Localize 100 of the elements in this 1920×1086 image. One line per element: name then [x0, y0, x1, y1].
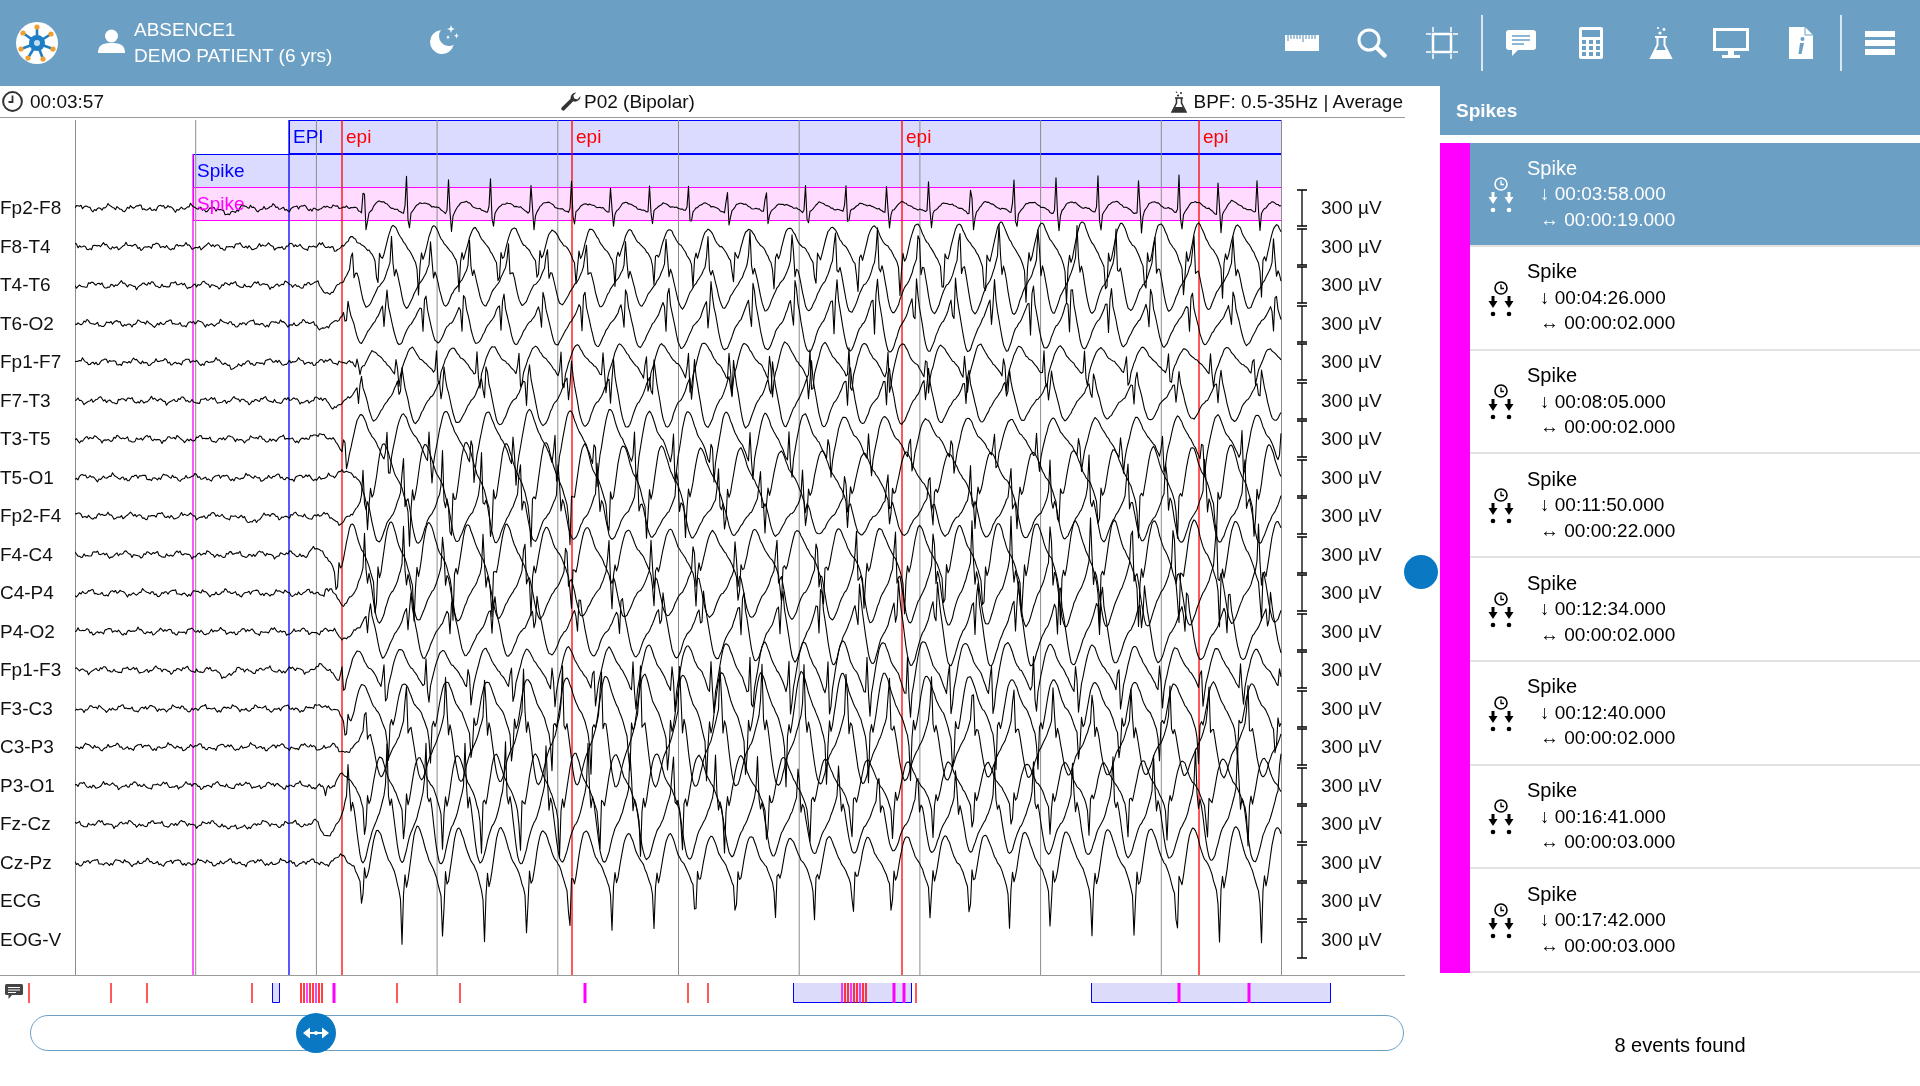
patient-name: DEMO PATIENT (6 yrs) [134, 44, 334, 68]
event-duration: ↔ 00:00:19.000 [1539, 207, 1676, 232]
clock-arrows-icon [1487, 591, 1515, 630]
calculator-icon[interactable] [1579, 27, 1603, 59]
channel-label: P3-O1 [0, 774, 55, 797]
channel-label: F3-C3 [0, 697, 53, 720]
event-onset: ↓ 00:11:50.000 [1539, 493, 1666, 518]
event-onset: ↓ 00:08:05.000 [1539, 389, 1667, 414]
ruler-icon[interactable] [1285, 35, 1319, 51]
event-duration: ↔ 00:00:03.000 [1539, 830, 1676, 855]
scale-label: 300 µV [1321, 851, 1382, 874]
scale-bar-icon [1297, 882, 1307, 921]
channel-label: Fp1-F3 [0, 659, 62, 682]
annotation-label: epi [906, 126, 932, 148]
filter-settings: BPF: 0.5-35Hz | Average [1193, 90, 1403, 113]
double-arrow-handle-icon[interactable] [296, 1012, 336, 1053]
scale-bar-icon [1297, 189, 1307, 228]
scale-bar-icon [1297, 381, 1307, 420]
channel-label: Fp2-F8 [0, 197, 62, 220]
scale-bar-icon [1297, 689, 1307, 728]
event-duration: ↔ 00:00:22.000 [1539, 518, 1676, 543]
event-duration: ↔ 00:00:02.000 [1539, 726, 1676, 751]
scale-bar-icon [1297, 574, 1307, 613]
event-duration: ↔ 00:00:03.000 [1539, 933, 1676, 958]
event-onset: ↓ 00:04:26.000 [1539, 285, 1667, 310]
scale-label: 300 µV [1321, 928, 1382, 951]
event-title: Spike [1527, 259, 1579, 285]
comment-icon[interactable] [5, 984, 23, 999]
elapsed-time: 00:03:57 [30, 90, 104, 113]
annotation-label: EPI [293, 126, 324, 148]
event-title: Spike [1527, 466, 1579, 492]
montage-name: P02 (Bipolar) [584, 90, 695, 113]
channel-label: T6-O2 [0, 312, 54, 335]
scale-label: 300 µV [1321, 505, 1382, 528]
event-title: Spike [1527, 570, 1579, 596]
flask-icon [1170, 90, 1187, 113]
event-onset: ↓ 00:17:42.000 [1539, 908, 1667, 933]
scale-label: 300 µV [1321, 582, 1382, 605]
crop-icon[interactable] [1426, 27, 1458, 59]
wrench-icon [561, 91, 581, 112]
scale-bar-icon [1297, 843, 1307, 882]
scale-label: 300 µV [1321, 274, 1382, 297]
scale-label: 300 µV [1321, 697, 1382, 720]
scale-label: 300 µV [1321, 543, 1382, 566]
neuron-logo-icon [16, 22, 58, 64]
annotation-label: Spike [197, 193, 245, 215]
clock-arrows-icon [1487, 695, 1515, 734]
recording-name: ABSENCE1 [134, 18, 237, 42]
channel-label: F8-T4 [0, 235, 51, 258]
event-duration: ↔ 00:00:02.000 [1539, 622, 1676, 647]
event-duration: ↔ 00:00:02.000 [1539, 415, 1676, 440]
event-title: Spike [1527, 881, 1579, 907]
scale-label: 300 µV [1321, 197, 1382, 220]
scale-bar-icon [1297, 420, 1307, 459]
timeline-scrollbar[interactable] [30, 1015, 1404, 1051]
scale-bar-icon [1297, 651, 1307, 690]
scale-label: 300 µV [1321, 351, 1382, 374]
panel-header: Spikes [1440, 86, 1920, 135]
clock-arrows-icon [1487, 280, 1515, 319]
channel-label: T5-O1 [0, 466, 54, 489]
channel-label: Fp2-F4 [0, 505, 62, 528]
scale-bar-icon [1297, 612, 1307, 651]
channel-label: C4-P4 [0, 582, 54, 605]
scale-label: 300 µV [1321, 620, 1382, 643]
flask-icon[interactable] [1649, 26, 1673, 60]
events-count: 8 events found [1614, 1033, 1746, 1057]
person-icon [98, 29, 125, 53]
scale-bar-icon [1297, 458, 1307, 497]
scale-bar-icon [1297, 227, 1307, 266]
scale-label: 300 µV [1321, 389, 1382, 412]
annotation-label: epi [576, 126, 602, 148]
event-title: Spike [1527, 674, 1579, 700]
scale-label: 300 µV [1321, 235, 1382, 258]
search-icon[interactable] [1357, 28, 1387, 58]
event-onset: ↓ 00:03:58.000 [1539, 182, 1667, 207]
channel-label: F4-C4 [0, 543, 53, 566]
channel-label: C3-P3 [0, 736, 54, 759]
channel-label: P4-O2 [0, 620, 55, 643]
annotation-label: Spike [197, 160, 245, 182]
event-duration: ↔ 00:00:02.000 [1539, 311, 1676, 336]
event-onset: ↓ 00:12:40.000 [1539, 700, 1667, 725]
scale-bar-icon [1297, 343, 1307, 382]
channel-label: Fz-Cz [0, 813, 51, 836]
scale-label: 300 µV [1321, 659, 1382, 682]
dot-handle-icon[interactable] [1404, 555, 1438, 589]
clock-icon [2, 91, 23, 112]
channel-label: F7-T3 [0, 389, 51, 412]
channel-label: Cz-Pz [0, 851, 52, 874]
annotation-label: epi [346, 126, 372, 148]
event-title: Spike [1527, 155, 1579, 181]
scale-label: 300 µV [1321, 736, 1382, 759]
annotation-label: epi [1203, 126, 1229, 148]
document-info-icon[interactable] [1789, 27, 1813, 59]
menu-icon[interactable] [1865, 31, 1895, 55]
scale-bar-icon [1297, 728, 1307, 767]
scale-label: 300 µV [1321, 428, 1382, 451]
scale-label: 300 µV [1321, 813, 1382, 836]
monitor-icon[interactable] [1713, 28, 1749, 58]
channel-label: T3-T5 [0, 428, 51, 451]
moon-stars-icon[interactable] [427, 24, 459, 56]
